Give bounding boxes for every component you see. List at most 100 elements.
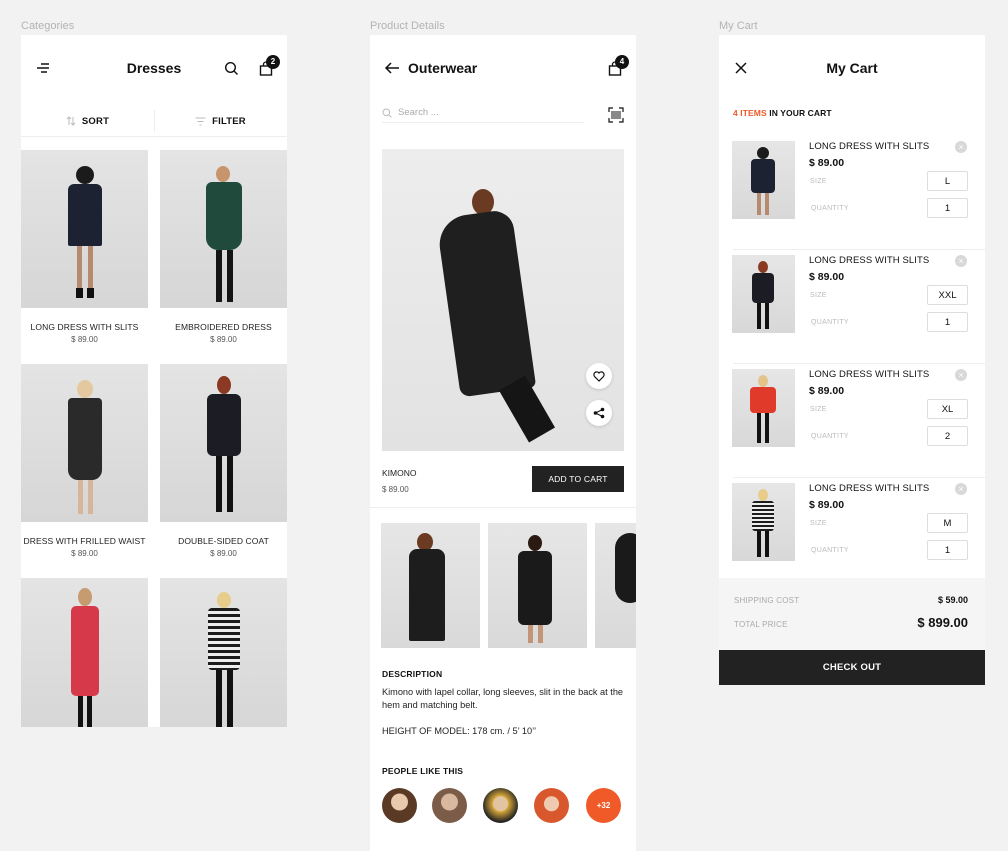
search-placeholder: Search ... — [398, 107, 439, 118]
sort-icon — [66, 116, 76, 126]
cart-item-image[interactable] — [732, 483, 795, 561]
filter-button[interactable]: FILTER — [154, 105, 287, 137]
product-name: LONG DRESS WITH SLITS — [30, 322, 139, 332]
cart-item-price: $ 89.00 — [809, 499, 845, 511]
total-price-value: $ 899.00 — [917, 615, 968, 630]
product-card[interactable] — [160, 578, 287, 727]
total-price-label: TOTAL PRICE — [734, 620, 788, 629]
search-input[interactable]: Search ... — [382, 103, 584, 123]
product-image — [160, 150, 287, 308]
categories-navbar: Dresses 2 — [21, 35, 287, 101]
cart-navbar: My Cart — [719, 35, 985, 101]
size-selector[interactable]: XL — [927, 399, 968, 419]
shipping-cost-value: $ 59.00 — [937, 595, 968, 605]
product-card[interactable] — [21, 578, 148, 727]
cart-item-image[interactable] — [732, 369, 795, 447]
size-label: SIZE — [810, 292, 827, 299]
product-image — [160, 364, 287, 522]
cart-item-image[interactable] — [732, 255, 795, 333]
frame-label-product-details: Product Details — [370, 20, 445, 32]
divider — [370, 507, 636, 508]
product-name: EMBROIDERED DRESS — [175, 322, 272, 332]
quantity-selector[interactable]: 2 — [927, 426, 968, 446]
remove-item-button[interactable]: × — [955, 483, 967, 495]
cart-count-badge: 2 — [266, 55, 280, 69]
product-thumbnail[interactable] — [595, 523, 636, 648]
avatar[interactable] — [534, 788, 569, 823]
size-selector[interactable]: XXL — [927, 285, 968, 305]
avatar[interactable] — [382, 788, 417, 823]
product-price: $ 89.00 — [210, 549, 237, 558]
back-arrow-icon[interactable] — [384, 61, 400, 75]
cart-item-price: $ 89.00 — [809, 271, 845, 283]
size-label: SIZE — [810, 520, 827, 527]
quantity-selector[interactable]: 1 — [927, 198, 968, 218]
sort-label: SORT — [81, 115, 110, 127]
product-image — [21, 364, 148, 522]
product-thumbnail[interactable] — [381, 523, 480, 648]
favorite-button[interactable] — [586, 363, 612, 389]
quantity-label: QUANTITY — [811, 319, 849, 326]
cart-item: LONG DRESS WITH SLITS $ 89.00 × SIZE M Q… — [719, 478, 985, 592]
product-image — [160, 578, 287, 727]
frame-label-categories: Categories — [21, 20, 75, 32]
quantity-selector[interactable]: 1 — [927, 540, 968, 560]
page-title: Outerwear — [408, 60, 478, 76]
product-name: DOUBLE-SIDED COAT — [178, 536, 269, 546]
barcode-scan-icon[interactable] — [608, 107, 624, 123]
cart-item-name: LONG DRESS WITH SLITS — [809, 255, 930, 266]
cart-item-name: LONG DRESS WITH SLITS — [809, 369, 930, 380]
description-text: Kimono with lapel collar, long sleeves, … — [382, 687, 624, 710]
product-card[interactable]: LONG DRESS WITH SLITS $ 89.00 — [21, 150, 148, 344]
page-title: My Cart — [826, 60, 878, 76]
details-navbar: Outerwear 4 — [370, 35, 636, 101]
product-hero-image — [382, 149, 624, 451]
checkout-button[interactable]: CHECK OUT — [719, 650, 985, 685]
sort-button[interactable]: SORT — [21, 105, 154, 137]
product-price: $ 89.00 — [71, 549, 98, 558]
my-cart-screen: My Cart 4 ITEMS IN YOUR CART LONG DRESS … — [719, 35, 985, 685]
product-thumbnail[interactable] — [488, 523, 587, 648]
frame-label-my-cart: My Cart — [719, 20, 758, 32]
product-price: $ 89.00 — [210, 335, 237, 344]
product-details-screen: Outerwear 4 Search ... KIMONO $ 89.00 AD… — [370, 35, 636, 851]
product-image — [21, 578, 148, 727]
cart-item-name: LONG DRESS WITH SLITS — [809, 141, 930, 152]
product-card[interactable]: DRESS WITH FRILLED WAIST $ 89.00 — [21, 364, 148, 558]
cart-item-price: $ 89.00 — [809, 157, 845, 169]
add-to-cart-button[interactable]: ADD TO CART — [532, 466, 624, 492]
size-label: SIZE — [810, 406, 827, 413]
model-height-text: HEIGHT OF MODEL: 178 cm. / 5’ 10’’ — [382, 726, 537, 736]
share-icon — [593, 407, 605, 419]
remove-item-button[interactable]: × — [955, 141, 967, 153]
size-label: SIZE — [810, 178, 827, 185]
cart-item-price: $ 89.00 — [809, 385, 845, 397]
cart-item-image[interactable] — [732, 141, 795, 219]
search-icon[interactable] — [224, 61, 239, 76]
cart-count-badge: 4 — [615, 55, 629, 69]
items-count-text: IN YOUR CART — [766, 108, 832, 118]
product-card[interactable]: DOUBLE-SIDED COAT $ 89.00 — [160, 364, 287, 558]
product-price: $ 89.00 — [382, 485, 409, 494]
quantity-label: QUANTITY — [811, 433, 849, 440]
remove-item-button[interactable]: × — [955, 255, 967, 267]
remove-item-button[interactable]: × — [955, 369, 967, 381]
size-selector[interactable]: L — [927, 171, 968, 191]
description-title: DESCRIPTION — [382, 669, 443, 679]
product-card[interactable]: EMBROIDERED DRESS $ 89.00 — [160, 150, 287, 344]
quantity-selector[interactable]: 1 — [927, 312, 968, 332]
more-people-badge[interactable]: +32 — [586, 788, 621, 823]
share-button[interactable] — [586, 400, 612, 426]
cart-item-name: LONG DRESS WITH SLITS — [809, 483, 930, 494]
product-name: DRESS WITH FRILLED WAIST — [23, 536, 146, 546]
cart-item: LONG DRESS WITH SLITS $ 89.00 × SIZE XL … — [719, 364, 985, 478]
avatar[interactable] — [483, 788, 518, 823]
quantity-label: QUANTITY — [811, 547, 849, 554]
avatar[interactable] — [432, 788, 467, 823]
product-image — [21, 150, 148, 308]
filter-icon — [195, 117, 206, 125]
size-selector[interactable]: M — [927, 513, 968, 533]
filter-label: FILTER — [212, 115, 246, 127]
shipping-cost-label: SHIPPING COST — [734, 596, 800, 605]
cart-item: LONG DRESS WITH SLITS $ 89.00 × SIZE XXL… — [719, 250, 985, 364]
